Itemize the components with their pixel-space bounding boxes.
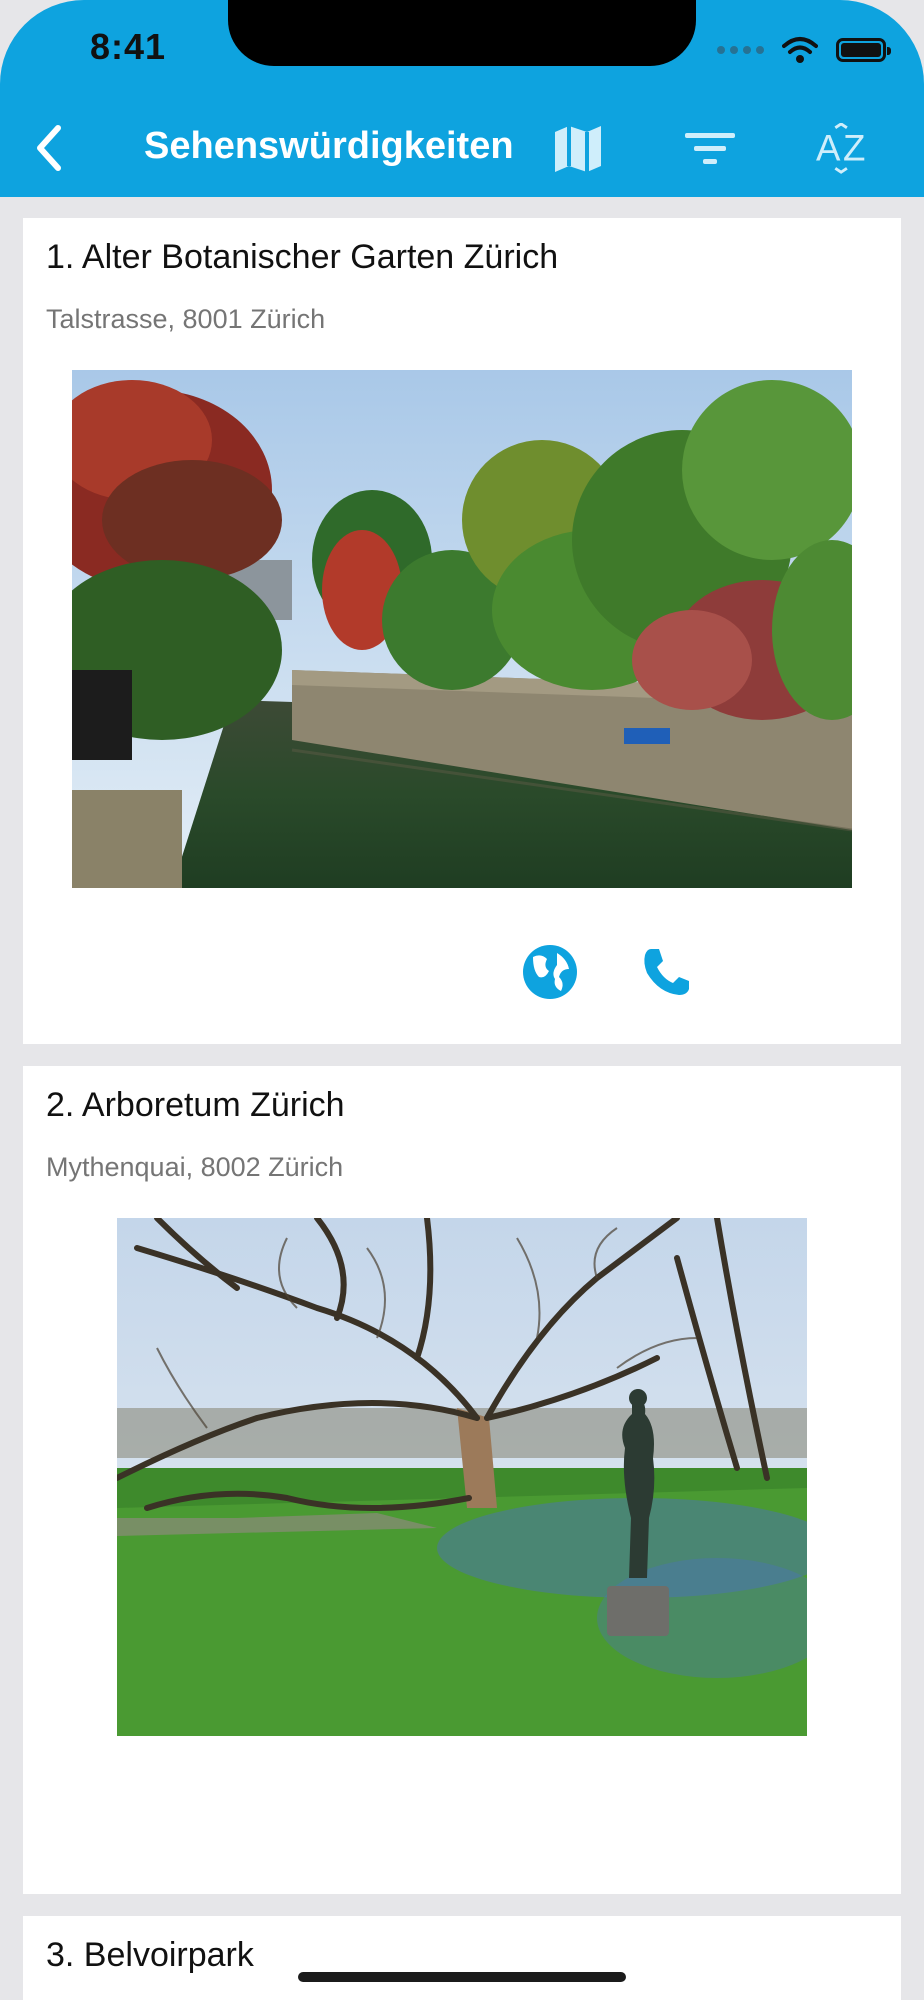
sight-photo	[117, 1218, 807, 1736]
battery-icon	[836, 38, 891, 62]
website-button[interactable]	[518, 940, 582, 1004]
status-icons	[717, 30, 891, 70]
sight-title: 3. Belvoirpark	[46, 1936, 254, 1974]
status-time: 8:41	[90, 26, 167, 67]
svg-text:A: A	[816, 128, 841, 169]
signal-icon	[717, 46, 764, 54]
sort-az-icon: A Z	[816, 123, 865, 174]
chevron-left-icon	[37, 125, 61, 171]
sight-card-2[interactable]: 2. Arboretum Zürich Mythenquai, 8002 Zür…	[23, 1066, 901, 1894]
map-button[interactable]	[550, 121, 606, 177]
back-button[interactable]	[24, 123, 74, 173]
home-indicator	[298, 1972, 626, 1982]
svg-text:Z: Z	[843, 128, 865, 169]
sort-az-button[interactable]: A Z	[816, 121, 872, 177]
sight-photo	[72, 370, 852, 888]
phone-button[interactable]	[634, 940, 698, 1004]
phone-icon	[644, 949, 689, 995]
sight-address: Mythenquai, 8002 Zürich	[46, 1152, 344, 1182]
sight-card-1[interactable]: 1. Alter Botanischer Garten Zürich Talst…	[23, 218, 901, 1044]
sight-title: 1. Alter Botanischer Garten Zürich	[46, 238, 559, 276]
page-title: Sehenswürdigkeiten	[144, 125, 514, 167]
globe-icon	[523, 945, 577, 999]
sight-address: Talstrasse, 8001 Zürich	[46, 304, 326, 334]
navigation-bar: Sehenswürdigkeiten A Z	[0, 105, 924, 191]
device-notch	[228, 0, 696, 66]
filter-button[interactable]	[682, 121, 738, 177]
filter-icon	[685, 133, 735, 164]
sight-title: 2. Arboretum Zürich	[46, 1086, 345, 1124]
app-screen: 8:41 Sehenswürdigkeiten A Z 1. Alter Bot…	[0, 0, 924, 2000]
sight-card-3[interactable]: 3. Belvoirpark	[23, 1916, 901, 2000]
header: 8:41 Sehenswürdigkeiten A Z	[0, 0, 924, 197]
map-icon	[555, 126, 601, 172]
wifi-icon	[782, 37, 818, 63]
